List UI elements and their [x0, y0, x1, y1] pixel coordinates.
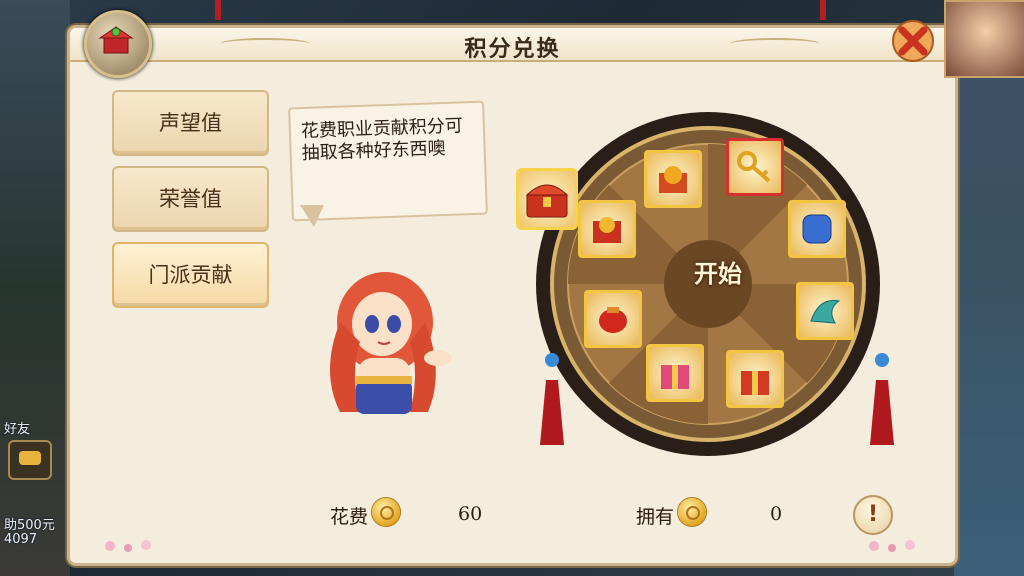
current-prize-indicator: [516, 168, 578, 230]
golden-orb-box-icon: [593, 217, 621, 243]
treasure-chest-icon: [525, 184, 569, 218]
background-scene-right: [954, 0, 1024, 576]
player-avatar[interactable]: [944, 0, 1024, 78]
page-title: 积分兑换: [464, 37, 561, 62]
coin-icon: [372, 498, 400, 526]
red-pouch-icon: [599, 307, 627, 333]
info-button[interactable]: !: [853, 495, 893, 535]
coin-icon: [678, 498, 706, 526]
golden-orb-box-icon: [659, 166, 687, 193]
speech-bubble-text: 花费职业贡献积分可抽取各种好东西噢: [300, 115, 464, 165]
wheel-item-2[interactable]: [644, 150, 702, 208]
close-button[interactable]: [890, 18, 936, 64]
blue-gem-icon: [802, 214, 832, 244]
wheel-item-4[interactable]: [788, 200, 846, 258]
tassel-right: [870, 353, 894, 445]
tab-reputation[interactable]: 声望值: [112, 90, 269, 156]
background-scene-left: [0, 0, 70, 576]
chat-icon[interactable]: [8, 440, 52, 480]
wheel-item-6[interactable]: [726, 350, 784, 408]
panel-header: 积分兑换: [70, 28, 955, 62]
golden-key-icon: [737, 151, 771, 183]
flower-decoration-left: [105, 540, 151, 552]
wheel-item-8[interactable]: [584, 290, 642, 348]
wheel-item-3[interactable]: [726, 138, 784, 196]
close-icon: [892, 20, 934, 62]
cost-value: 60: [458, 503, 483, 525]
wheel-item-7[interactable]: [646, 344, 704, 402]
cost-label: 花费: [330, 506, 369, 528]
gift-pavilion-icon: [98, 26, 134, 54]
owned-label: 拥有: [636, 506, 675, 528]
gift-shop-button[interactable]: [84, 10, 152, 78]
start-button[interactable]: 开始: [676, 254, 760, 288]
jade-dragon-icon: [810, 299, 841, 324]
tassel-left: [540, 353, 564, 445]
speech-bubble: 花费职业贡献积分可抽取各种好东西噢: [288, 100, 488, 222]
speech-bubble-tail: [300, 205, 324, 227]
friends-label: 好友: [4, 422, 31, 437]
red-gift-box-icon: [741, 371, 769, 395]
side-text-1: 助500元: [4, 518, 55, 533]
hanging-rope-right: [820, 0, 826, 20]
owned-value: 0: [770, 503, 783, 525]
wheel-item-1[interactable]: [578, 200, 636, 258]
tab-sect-contribution[interactable]: 门派贡献: [112, 242, 269, 308]
tab-honor[interactable]: 荣誉值: [112, 166, 269, 232]
pink-gift-box-icon: [661, 365, 689, 389]
flower-decoration-right: [869, 540, 915, 552]
wheel-item-5[interactable]: [796, 282, 854, 340]
side-text-2: 4097: [4, 532, 38, 547]
hanging-rope-left: [215, 0, 221, 20]
npc-character: [330, 272, 452, 414]
